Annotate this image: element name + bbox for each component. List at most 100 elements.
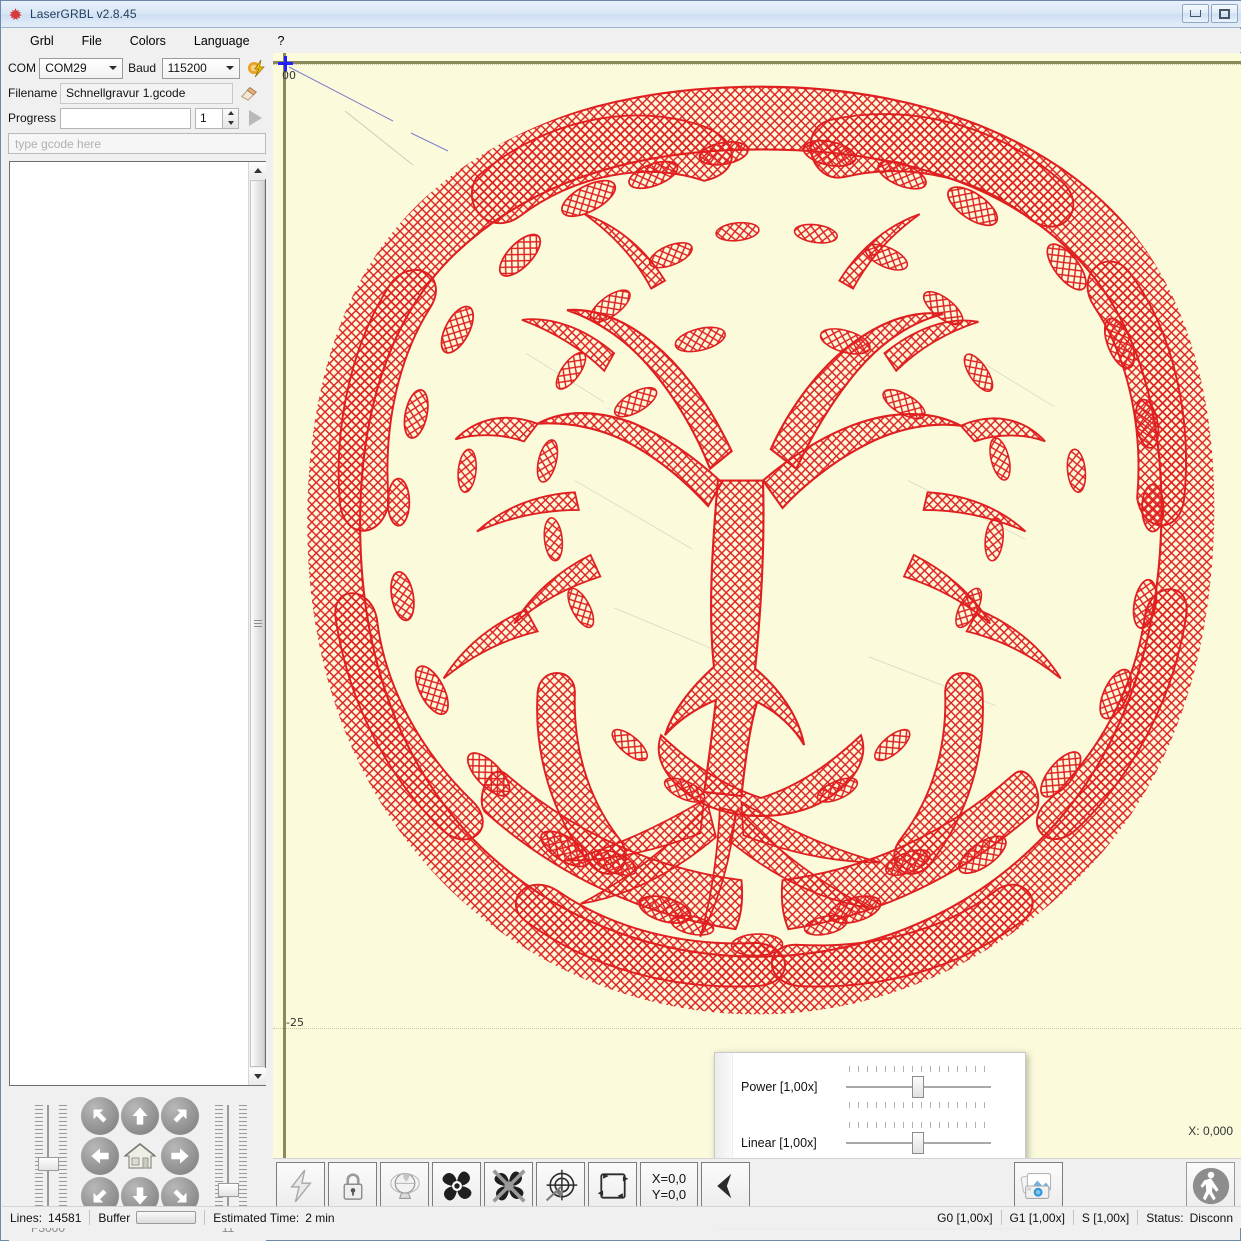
g0-override-readout: G0 [1,00x]: [929, 1210, 1002, 1225]
buffer-progress: [136, 1211, 197, 1224]
stepper-down[interactable]: [223, 118, 238, 128]
raster-import-button[interactable]: [1014, 1161, 1063, 1211]
chevron-up-icon: [253, 168, 262, 173]
frame-box-icon: [597, 1173, 628, 1199]
repeat-count-stepper[interactable]: [223, 107, 239, 129]
pointer-mode-button[interactable]: [1186, 1161, 1235, 1211]
feed-rate-thumb[interactable]: [38, 1157, 59, 1171]
frame-button[interactable]: [588, 1161, 637, 1211]
step-size-slider[interactable]: 11: [205, 1101, 251, 1235]
console-log[interactable]: [9, 161, 266, 1086]
progress-label: Progress: [8, 111, 57, 125]
play-icon: [248, 110, 262, 126]
status-right-group: G0 [1,00x] G1 [1,00x] S [1,00x] Status: …: [929, 1210, 1241, 1225]
grip-icon: [253, 618, 262, 629]
connection-status-segment: Status: Disconn: [1138, 1210, 1241, 1225]
console-scrollbar[interactable]: [248, 162, 266, 1085]
repeat-count-input[interactable]: 1: [195, 107, 223, 129]
buffer-segment: Buffer: [90, 1210, 206, 1225]
jog-left-button[interactable]: [81, 1137, 119, 1175]
chevron-up-icon: [227, 111, 234, 116]
cursor-coordinate-readout: X: 0,000: [1188, 1124, 1233, 1138]
position-readout[interactable]: X=0,0 Y=0,0: [640, 1161, 698, 1211]
com-port-value: COM29: [45, 61, 87, 75]
arrow-up-right-icon: [173, 1109, 187, 1123]
back-arrow-button[interactable]: [701, 1161, 750, 1211]
estimated-time-label: Estimated Time:: [213, 1210, 300, 1225]
bottom-toolbar: X=0,0 Y=0,0: [273, 1158, 1241, 1213]
g1-override-readout: G1 [1,00x]: [1002, 1210, 1074, 1225]
scroll-up-button[interactable]: [249, 162, 266, 179]
chevron-down-icon: [253, 1074, 262, 1079]
maximize-icon: [1219, 8, 1230, 19]
gcode-input[interactable]: type gcode here: [8, 133, 266, 154]
stepper-up[interactable]: [223, 109, 238, 119]
estimated-time-value: 2 min: [305, 1210, 335, 1225]
fan-off-icon: [491, 1169, 526, 1203]
filename-row: Filename Schnellgravur 1.gcode: [8, 82, 266, 104]
feed-rate-slider[interactable]: F3000: [25, 1101, 71, 1235]
arrow-up-icon: [132, 1107, 148, 1125]
fan-on-button[interactable]: [432, 1161, 481, 1211]
scroll-down-button[interactable]: [249, 1068, 266, 1085]
jog-up-button[interactable]: [121, 1097, 159, 1135]
maximize-button[interactable]: [1211, 4, 1238, 23]
connect-button[interactable]: [276, 1161, 325, 1211]
arrow-left-icon: [716, 1173, 731, 1199]
chevron-down-icon: [227, 120, 234, 125]
progress-bar: [60, 107, 191, 129]
menu-item-language[interactable]: Language: [180, 31, 264, 51]
lightning-bolt-icon: [289, 1169, 312, 1203]
celtic-tree-of-life-artwork: [307, 85, 1215, 1015]
step-size-thumb[interactable]: [218, 1183, 239, 1197]
menu-item-file[interactable]: File: [68, 31, 116, 51]
window-title: LaserGRBL v2.8.45: [30, 7, 137, 21]
lightning-bolt-icon[interactable]: [246, 58, 266, 78]
homing-button[interactable]: [380, 1161, 429, 1211]
jog-up-left-button[interactable]: [81, 1097, 119, 1135]
s-override-readout: S [1,00x]: [1074, 1210, 1139, 1225]
run-button[interactable]: [244, 107, 266, 129]
jog-arrow-grid: [81, 1097, 201, 1217]
left-control-panel: COM COM29 Baud 115200 Filename Schnellgr…: [2, 53, 272, 1241]
arrow-right-icon: [171, 1148, 189, 1164]
power-override-thumb[interactable]: [912, 1076, 924, 1098]
progress-row: Progress 1: [8, 107, 266, 129]
baud-rate-value: 115200: [167, 61, 207, 75]
maple-leaf-icon: [8, 7, 23, 22]
com-label: COM: [8, 61, 36, 75]
target-crosshair-icon: [545, 1169, 577, 1202]
unlock-button[interactable]: [328, 1161, 377, 1211]
title-bar: LaserGRBL v2.8.45: [1, 1, 1241, 28]
fan-off-button[interactable]: [484, 1161, 533, 1211]
walking-person-icon: [1192, 1167, 1229, 1205]
eraser-icon[interactable]: [239, 84, 259, 102]
menu-item-colors[interactable]: Colors: [116, 31, 180, 51]
menu-item-help[interactable]: ?: [264, 31, 299, 51]
com-port-dropdown[interactable]: COM29: [39, 57, 123, 79]
gcode-preview-canvas[interactable]: 00 -25 X: 0,000: [273, 53, 1241, 1158]
baud-rate-dropdown[interactable]: 115200: [161, 57, 240, 79]
menu-item-grbl[interactable]: Grbl: [16, 31, 68, 51]
minimize-icon: [1190, 10, 1201, 17]
window-controls: [1182, 4, 1238, 23]
power-override-slider[interactable]: [846, 1064, 991, 1110]
arrow-left-icon: [91, 1148, 109, 1164]
jog-up-right-button[interactable]: [161, 1097, 199, 1135]
jog-right-button[interactable]: [161, 1137, 199, 1175]
lines-segment: Lines: 14581: [2, 1210, 91, 1225]
linear-override-thumb[interactable]: [912, 1132, 924, 1154]
home-icon: [123, 1142, 157, 1169]
status-value: Disconn: [1189, 1210, 1233, 1225]
lines-label: Lines:: [10, 1210, 43, 1225]
padlock-icon: [343, 1173, 362, 1200]
connection-row: COM COM29 Baud 115200: [8, 57, 266, 79]
minimize-button[interactable]: [1182, 4, 1209, 23]
position-y-label: Y=0,0: [651, 1186, 687, 1202]
filename-field[interactable]: Schnellgravur 1.gcode: [60, 82, 233, 104]
power-override-label: Power [1,00x]: [741, 1080, 818, 1094]
lines-value: 14581: [48, 1210, 82, 1225]
set-zero-button[interactable]: [536, 1161, 585, 1211]
jog-home-button[interactable]: [121, 1137, 159, 1175]
scrollbar-thumb[interactable]: [250, 180, 265, 1067]
